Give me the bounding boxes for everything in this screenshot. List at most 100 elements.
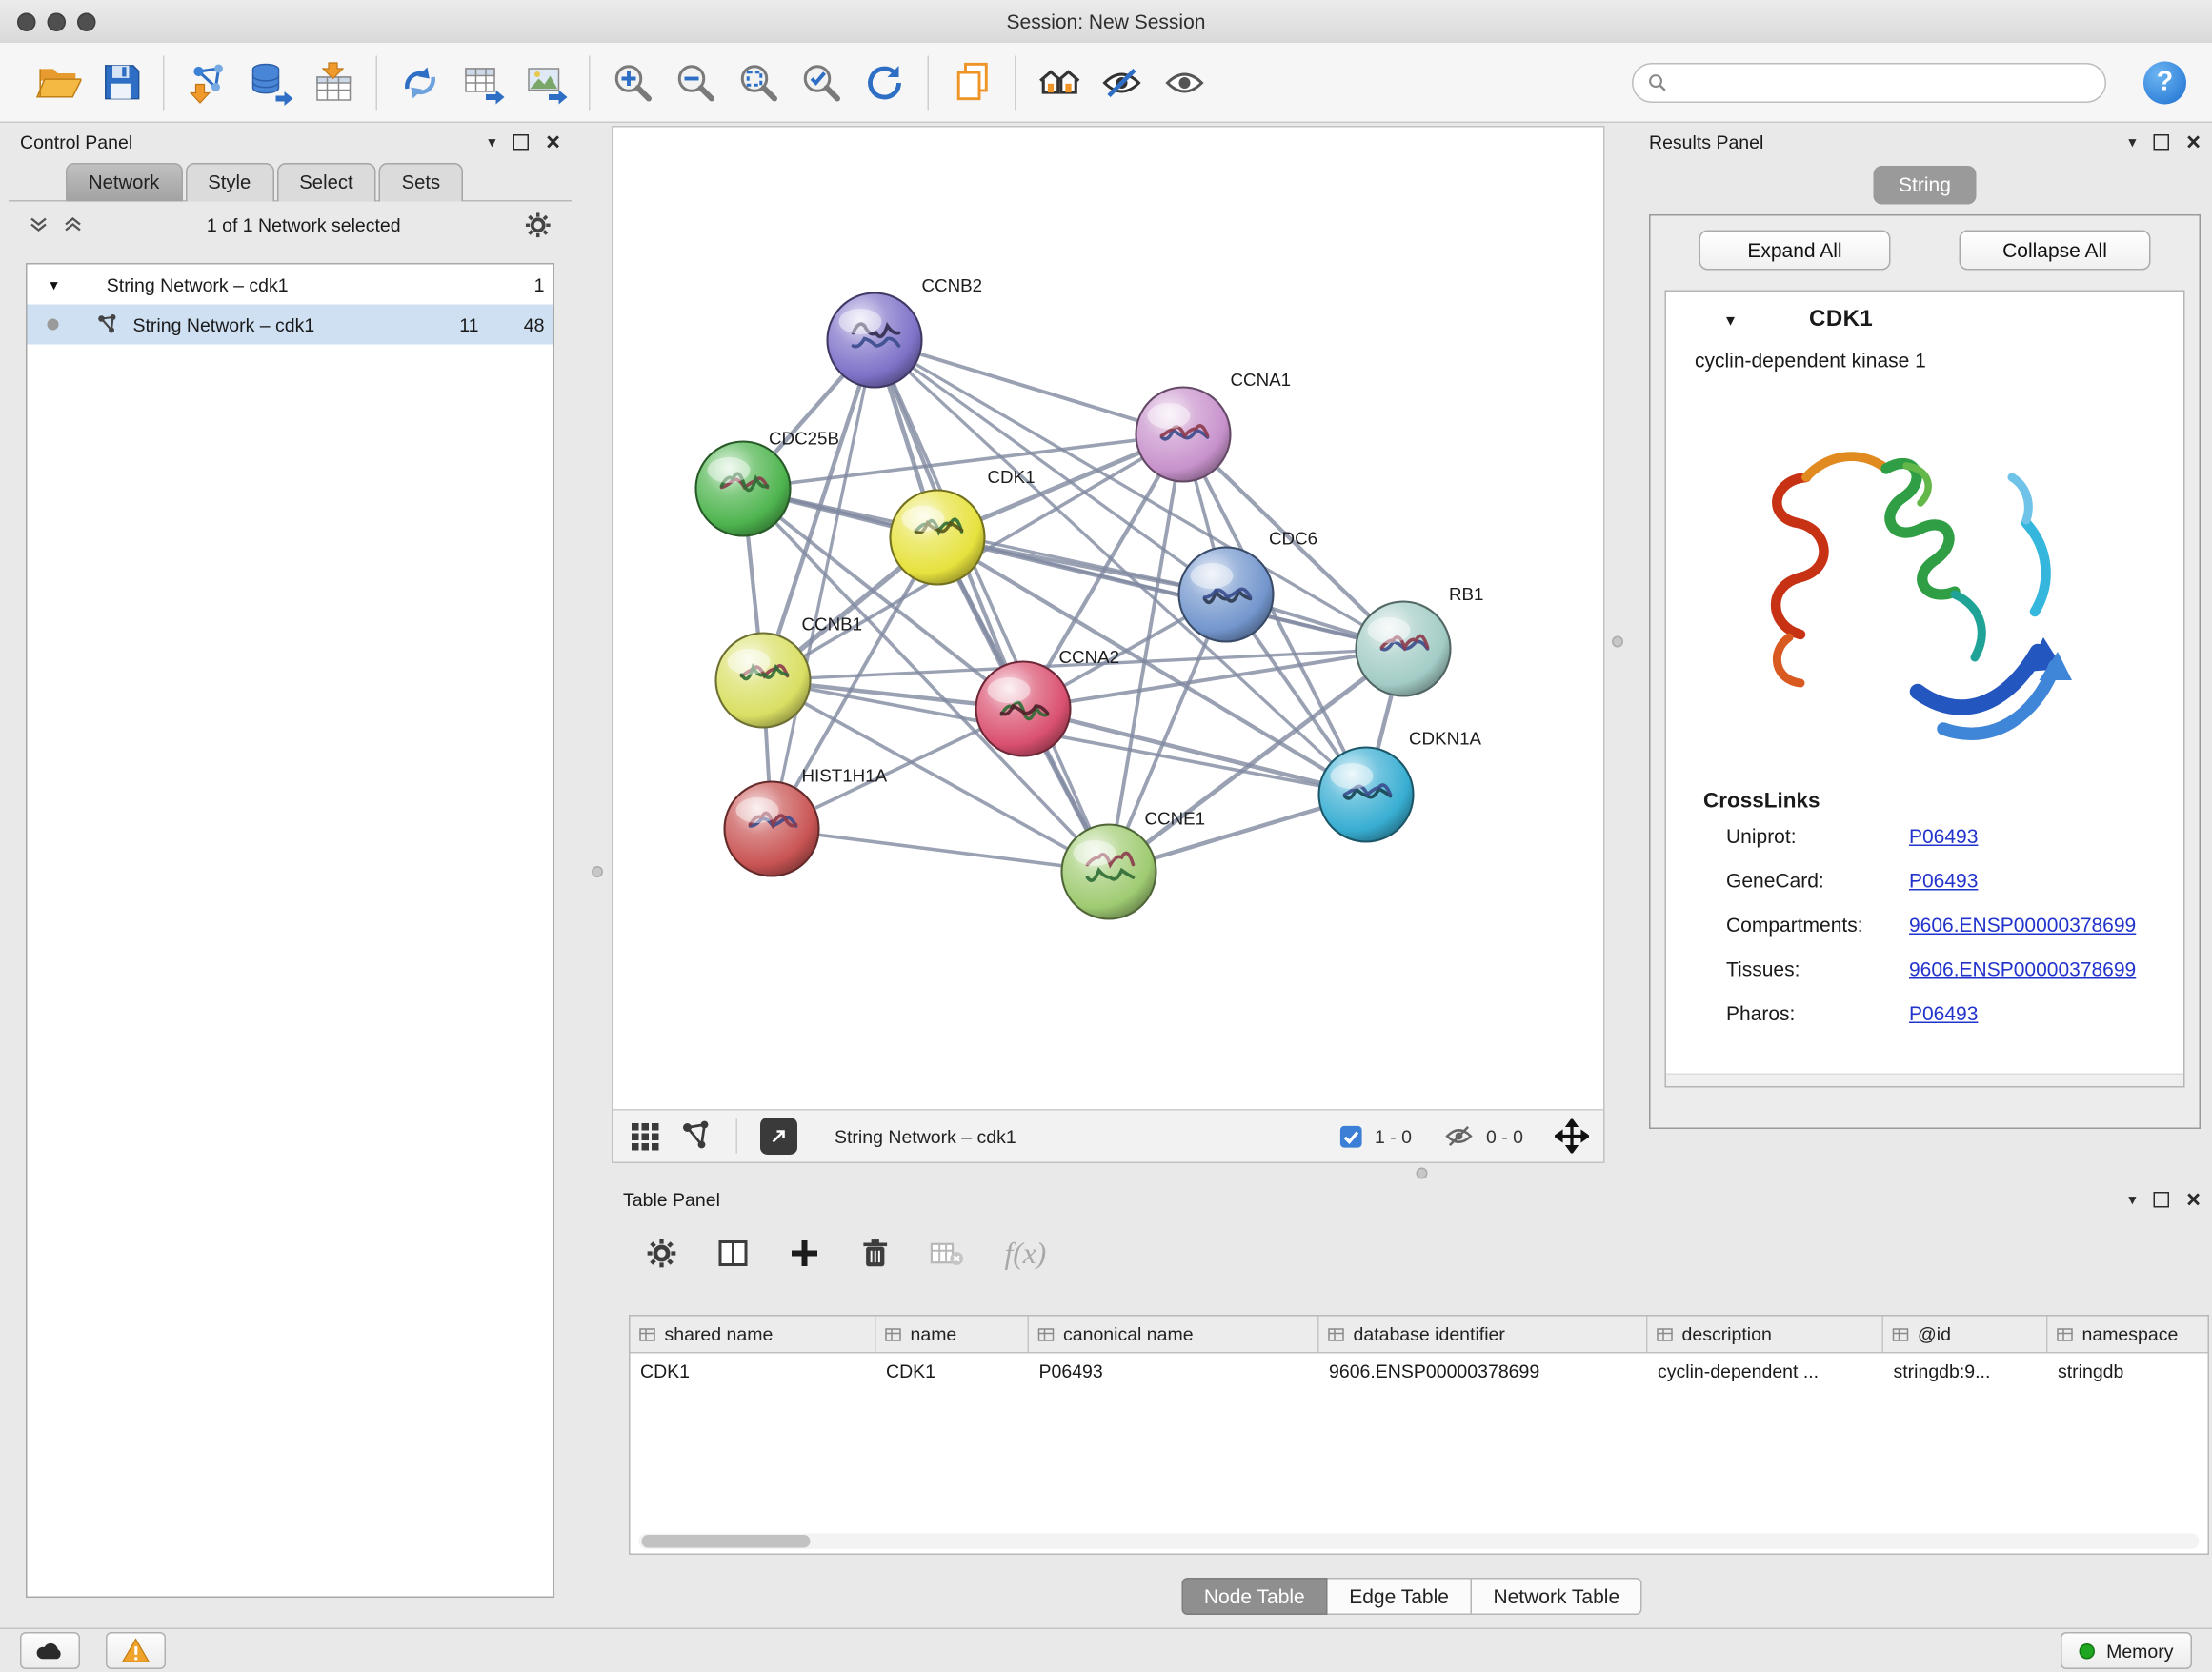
collection-expander-icon[interactable]: ▾: [50, 275, 58, 294]
table-cell[interactable]: 9606.ENSP00000378699: [1319, 1354, 1648, 1391]
network-row[interactable]: String Network – cdk1 11 48: [28, 305, 553, 345]
copy-button[interactable]: [940, 50, 1003, 113]
network-node[interactable]: [1179, 548, 1274, 642]
crosslink-link[interactable]: P06493: [1909, 1001, 1978, 1024]
import-network-file-button[interactable]: [176, 50, 239, 113]
maximize-panel-icon[interactable]: [2154, 133, 2170, 150]
export-table-button[interactable]: [452, 50, 514, 113]
export-network-button[interactable]: [389, 50, 452, 113]
grid-view-icon[interactable]: [628, 1119, 662, 1154]
close-panel-icon[interactable]: ×: [2186, 1187, 2201, 1212]
refresh-view-button[interactable]: [854, 50, 916, 113]
search-input[interactable]: [1677, 71, 2091, 95]
crosslink-link[interactable]: 9606.ENSP00000378699: [1909, 913, 2136, 936]
network-node[interactable]: [1357, 602, 1451, 696]
maximize-panel-icon[interactable]: [2154, 1191, 2170, 1207]
table-cell[interactable]: stringdb: [2048, 1354, 2210, 1391]
gear-icon[interactable]: [525, 211, 553, 238]
maximize-panel-icon[interactable]: [513, 133, 530, 150]
cloud-button[interactable]: [20, 1632, 80, 1669]
hide-graphics-details-button[interactable]: [1091, 50, 1154, 113]
show-graphics-details-button[interactable]: [1154, 50, 1217, 113]
network-node[interactable]: [1136, 388, 1231, 482]
tab-select[interactable]: Select: [276, 163, 375, 202]
network-node[interactable]: [1062, 825, 1156, 919]
float-panel-icon[interactable]: ▾: [488, 132, 495, 151]
table-cell[interactable]: CDK1: [631, 1354, 876, 1391]
close-panel-icon[interactable]: ×: [546, 130, 560, 154]
hidden-eye-icon[interactable]: [1443, 1120, 1475, 1152]
splitter-handle[interactable]: [1417, 1168, 1428, 1179]
zoom-out-button[interactable]: [665, 50, 728, 113]
network-analyzer-button[interactable]: [1028, 50, 1091, 113]
tab-network-table[interactable]: Network Table: [1472, 1578, 1642, 1615]
network-node[interactable]: [716, 634, 811, 728]
network-canvas[interactable]: CCNB2CCNA1CDC25BCDK1CDC6RB1CCNB1CCNA2CDK…: [613, 128, 1604, 1110]
network-view-panel[interactable]: CCNB2CCNA1CDC25BCDK1CDC6RB1CCNB1CCNA2CDK…: [612, 126, 1605, 1163]
import-table-button[interactable]: [302, 50, 365, 113]
column-header-namespace[interactable]: namespace: [2048, 1317, 2210, 1353]
selected-checkbox-icon[interactable]: [1338, 1124, 1363, 1149]
network-node[interactable]: [891, 491, 985, 585]
float-panel-icon[interactable]: ▾: [2128, 132, 2136, 151]
collapse-all-icon[interactable]: [29, 214, 49, 234]
show-columns-icon[interactable]: [717, 1238, 749, 1269]
save-session-button[interactable]: [89, 50, 151, 113]
birds-eye-view-button[interactable]: [760, 1118, 797, 1155]
network-node[interactable]: [725, 782, 819, 876]
crosslink-link[interactable]: 9606.ENSP00000378699: [1909, 957, 2136, 979]
splitter-handle[interactable]: [1612, 636, 1623, 648]
zoom-selected-button[interactable]: [791, 50, 854, 113]
minimize-window-button[interactable]: [48, 13, 67, 32]
crosslink-link[interactable]: P06493: [1909, 868, 1978, 891]
table-row[interactable]: CDK1CDK1P064939606.ENSP00000378699cyclin…: [631, 1354, 2208, 1391]
open-session-button[interactable]: [26, 50, 89, 113]
network-edge[interactable]: [875, 340, 1183, 434]
tab-string[interactable]: String: [1873, 166, 1977, 205]
network-node[interactable]: [1319, 748, 1414, 842]
network-collection-row[interactable]: ▾ String Network – cdk1 1: [28, 265, 553, 305]
table-cell[interactable]: cyclin-dependent ...: [1648, 1354, 1884, 1391]
network-overview-icon[interactable]: [679, 1119, 714, 1154]
network-node[interactable]: [696, 442, 791, 536]
table-cell[interactable]: P06493: [1029, 1354, 1319, 1391]
add-column-plus-icon[interactable]: [789, 1238, 820, 1269]
card-scrollbar[interactable]: [1666, 1074, 2183, 1087]
export-image-button[interactable]: [514, 50, 577, 113]
table-cell[interactable]: CDK1: [876, 1354, 1030, 1391]
column-header-name[interactable]: name: [876, 1317, 1030, 1353]
tab-edge-table[interactable]: Edge Table: [1328, 1578, 1472, 1615]
memory-button[interactable]: Memory: [2061, 1632, 2192, 1669]
table-settings-gear-icon[interactable]: [646, 1238, 677, 1269]
delete-trash-icon[interactable]: [860, 1238, 891, 1269]
column-header-description[interactable]: description: [1648, 1317, 1884, 1353]
table-horizontal-scrollbar[interactable]: [639, 1534, 2200, 1550]
network-node[interactable]: [976, 662, 1071, 756]
network-edge[interactable]: [875, 340, 1109, 872]
tab-style[interactable]: Style: [185, 163, 273, 202]
crosslink-link[interactable]: P06493: [1909, 824, 1978, 847]
splitter-handle[interactable]: [592, 866, 603, 877]
network-edge[interactable]: [772, 340, 875, 829]
column-header-shared-name[interactable]: shared name: [631, 1317, 876, 1353]
tab-network[interactable]: Network: [66, 163, 182, 202]
network-node[interactable]: [828, 293, 922, 388]
scrollbar-thumb[interactable]: [642, 1535, 811, 1548]
tab-sets[interactable]: Sets: [379, 163, 464, 202]
close-panel-icon[interactable]: ×: [2186, 130, 2201, 154]
zoom-window-button[interactable]: [77, 13, 96, 32]
network-edge[interactable]: [772, 829, 1109, 872]
collapse-all-button[interactable]: Collapse All: [1960, 231, 2151, 271]
table-cell[interactable]: stringdb:9...: [1883, 1354, 2048, 1391]
expand-all-button[interactable]: Expand All: [1699, 231, 1891, 271]
help-button[interactable]: ?: [2143, 61, 2186, 104]
tab-node-table[interactable]: Node Table: [1181, 1578, 1328, 1615]
close-window-button[interactable]: [17, 13, 36, 32]
zoom-fit-button[interactable]: [728, 50, 791, 113]
column-header--id[interactable]: @id: [1883, 1317, 2048, 1353]
expand-all-icon[interactable]: [63, 214, 83, 234]
column-header-canonical-name[interactable]: canonical name: [1029, 1317, 1319, 1353]
float-panel-icon[interactable]: ▾: [2128, 1190, 2136, 1209]
gene-expander-icon[interactable]: ▾: [1726, 311, 1735, 331]
warnings-button[interactable]: [106, 1632, 166, 1669]
